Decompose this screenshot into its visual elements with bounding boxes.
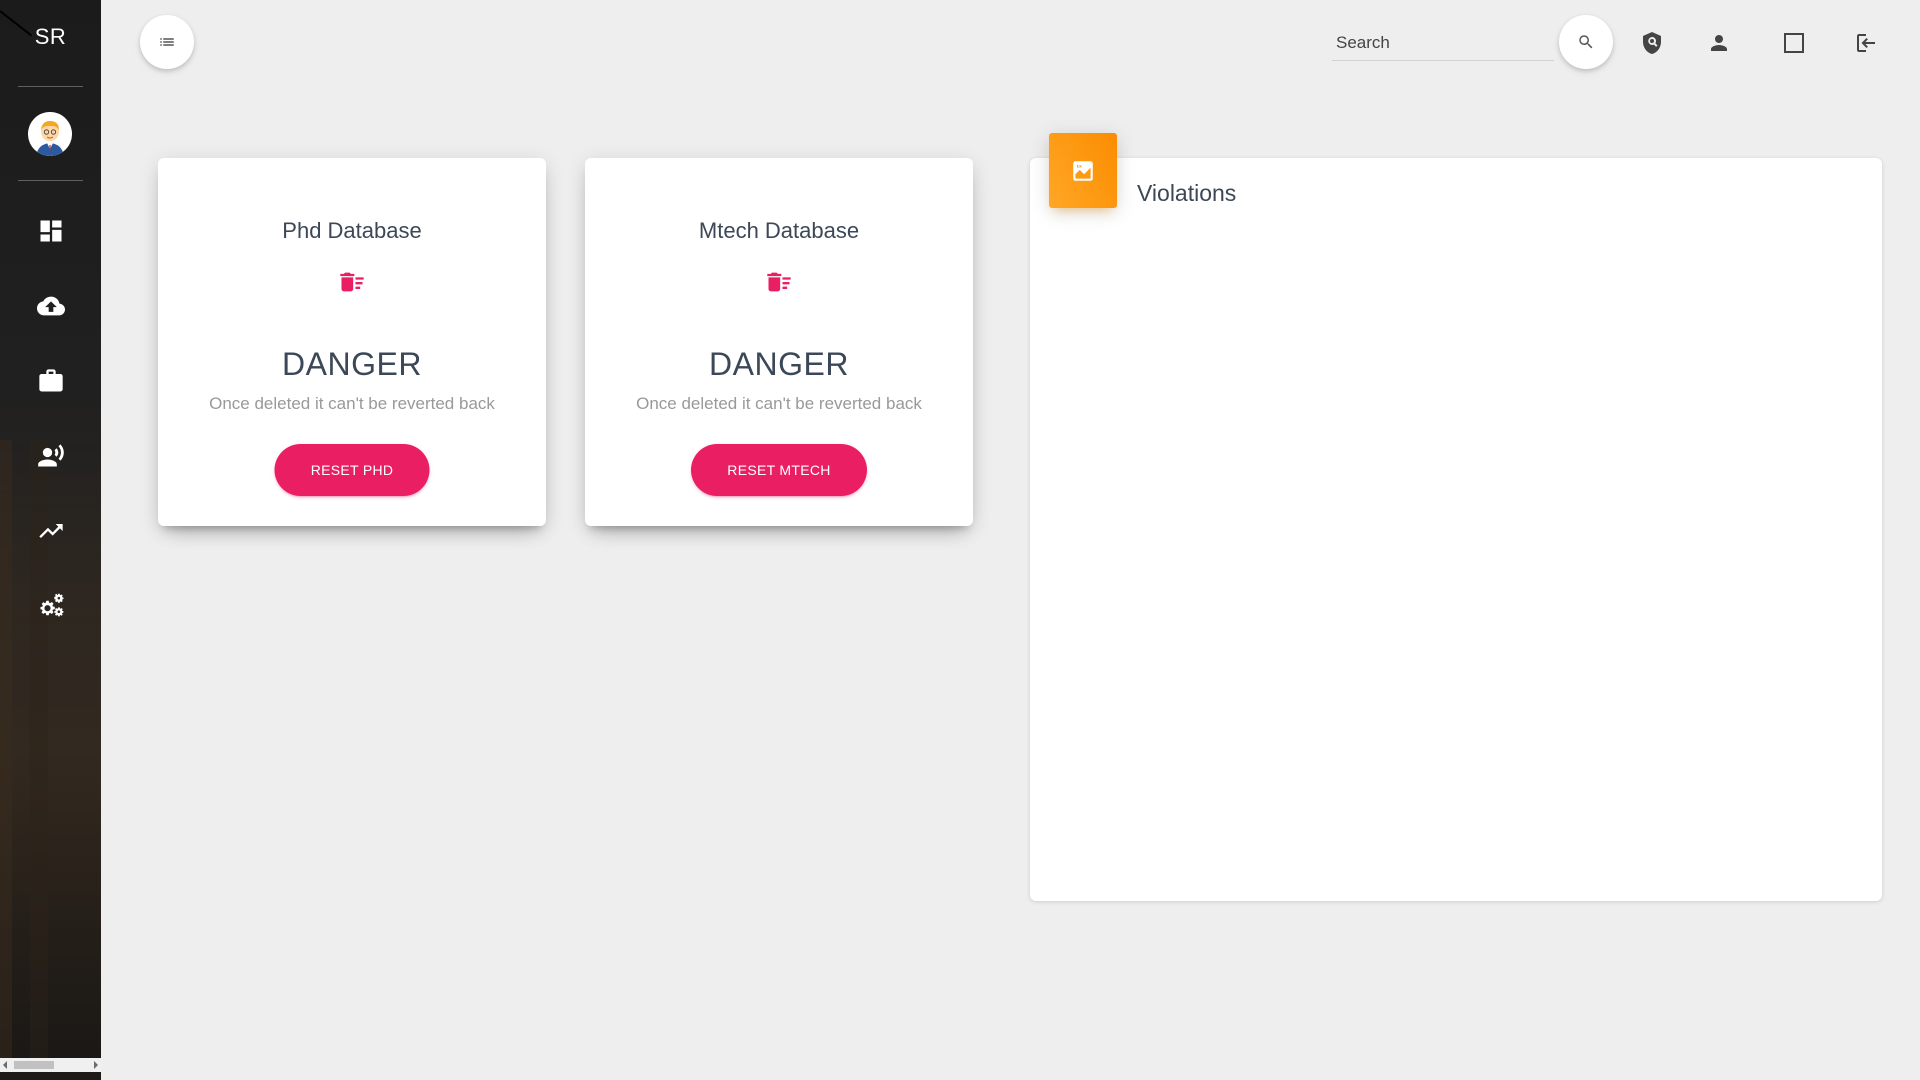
security-button[interactable] [1634,25,1670,61]
logout-button[interactable] [1848,25,1884,61]
sidebar: SR [0,0,101,1080]
card-description: Once deleted it can't be reverted back [209,394,495,413]
violations-panel [1030,158,1882,901]
reset-phd-button[interactable]: RESET PHD [274,444,430,496]
violations-header-icon [1049,133,1117,208]
sidebar-divider [18,180,83,181]
search-field[interactable] [1332,27,1554,61]
sidebar-item-announcements[interactable] [0,436,101,476]
mtech-database-card: Mtech Database DANGER Once deleted it ca… [585,158,973,526]
dashboard-icon [40,220,61,242]
avatar[interactable] [28,112,72,156]
violations-title: Violations [1137,180,1237,206]
logout-icon [1857,34,1875,52]
sidebar-item-upload[interactable] [0,286,101,326]
briefcase-icon [38,369,63,392]
person-icon [1711,35,1727,51]
image-chart-icon [1073,160,1093,181]
scroll-left-icon[interactable] [3,1061,7,1069]
search-input[interactable] [1332,27,1554,59]
brand-logo-text[interactable]: SR [0,24,101,50]
menu-list-icon [160,38,174,46]
square-icon [1784,33,1804,53]
sidebar-item-work[interactable] [0,361,101,401]
sidebar-horizontal-scrollbar[interactable] [0,1058,101,1072]
sidebar-item-settings[interactable] [0,586,101,626]
sidebar-item-analytics[interactable] [0,511,101,551]
search-button[interactable] [1559,15,1613,69]
sidebar-toggle-button[interactable] [140,15,194,69]
profile-button[interactable] [1701,25,1737,61]
delete-sweep-icon [338,268,366,296]
scrollbar-thumb[interactable] [14,1061,54,1069]
shield-icon [1643,32,1661,54]
fullscreen-button[interactable] [1776,25,1812,61]
search-icon [1579,35,1593,49]
speaker-person-icon [37,444,64,467]
delete-sweep-icon [765,268,793,296]
danger-heading: DANGER [282,346,422,382]
reset-mtech-button[interactable]: RESET MTECH [691,444,867,496]
scroll-right-icon[interactable] [94,1061,98,1069]
settings-gears-icon [40,593,63,617]
trending-up-icon [38,524,63,538]
cloud-upload-icon [36,296,65,316]
card-title: Mtech Database [698,218,860,243]
card-title: Phd Database [282,218,422,243]
sidebar-divider [18,86,83,87]
card-description: Once deleted it can't be reverted back [636,394,922,413]
sidebar-item-dashboard[interactable] [0,211,101,251]
danger-heading: DANGER [709,346,849,382]
phd-database-card: Phd Database DANGER Once deleted it can'… [158,158,546,526]
